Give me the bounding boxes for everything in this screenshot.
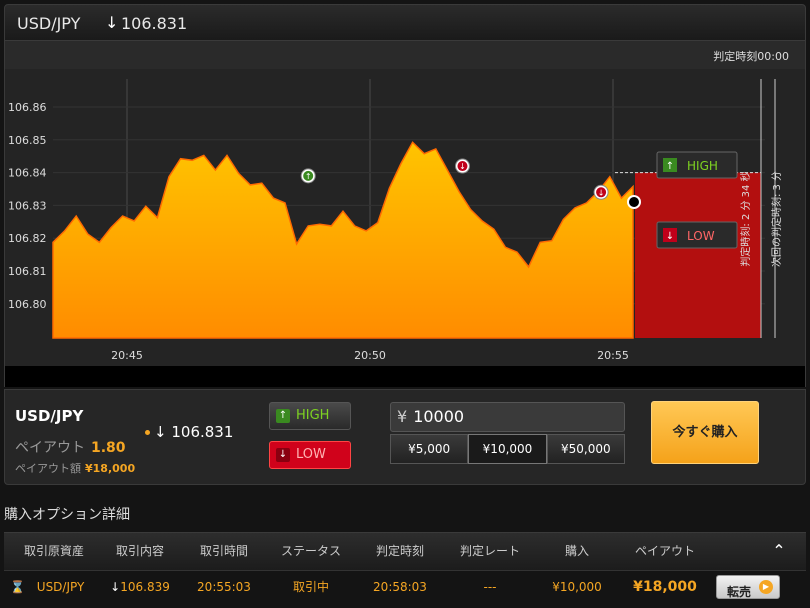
arrow-down-icon: ↓ [154,423,167,441]
options-table-header: 取引原資産 取引内容 取引時間 ステータス 判定時刻 判定レート 購入 ペイアウ… [4,532,806,570]
payout-label-text: ペイアウト [15,440,85,456]
options-title: 購入オプション詳細 [4,507,130,523]
panel-rate-value: 106.831 [171,423,234,441]
preset-10000[interactable]: ¥10,000 [468,434,547,464]
current-price-dot [627,195,641,209]
arrow-down-icon: ↓ [276,448,290,462]
col-time: 取引時間 [199,544,248,558]
y-tick-label: 106.82 [8,232,47,245]
arrow-down-icon: ↓ [459,162,466,171]
row-asset-label: USD/JPY [36,580,85,594]
play-icon: ▶ [759,580,773,594]
row-purchase: ¥10,000 [552,580,602,594]
y-tick-label: 106.83 [8,199,47,212]
col-purchase: 購入 [564,544,589,558]
chart-bottom-strip [5,366,805,387]
price-area [52,141,634,339]
low-label: LOW [296,447,326,462]
y-tick-label: 106.85 [8,134,47,147]
judge-time-label: 判定時刻00:00 [713,50,789,63]
x-tick-label: 20:45 [111,349,143,362]
chart-low-label: LOW [687,229,715,243]
row-time: 20:55:03 [197,580,251,594]
col-judge-time: 判定時刻 [375,544,424,558]
y-tick-label: 106.86 [8,101,47,114]
row-rate: 106.839 [120,580,170,594]
col-asset: 取引原資産 [23,544,84,558]
arrow-down-glyph: ↓ [666,231,674,242]
y-tick-label: 106.80 [8,298,47,311]
chart-svg: ↑ ↓ ↓ ↑ HIGH ↓ LOW 20:45 20:50 20:55 106.86 106.85… [8,79,783,362]
payout-amount-value: ¥18,000 [85,462,136,475]
x-tick-label: 20:55 [597,349,629,362]
amount-presets: ¥5,000 ¥10,000 ¥50,000 [390,434,625,464]
header-bar: USD/JPY ↓ 106.831 [4,4,806,41]
header-rate: 106.831 [121,14,188,33]
preset-50000[interactable]: ¥50,000 [546,434,625,464]
payout-amount-label: ペイアウト額 [15,462,81,475]
buy-now-button[interactable]: 今すぐ購入 [651,401,759,464]
high-label: HIGH [296,408,330,423]
hourglass-icon: ⌛ [10,580,25,594]
row-judge-rate: --- [483,580,497,594]
collapse-icon[interactable]: ⌃ [764,533,794,569]
header-pair: USD/JPY [17,14,81,33]
row-judge-time: 20:58:03 [373,580,427,594]
panel-rate: ↓ 106.831 [145,423,233,441]
judge-remaining-label: 判定時刻: 2 分 34 秒 [739,171,752,266]
yen-icon: ¥ [397,407,408,426]
arrow-down-icon: ↓ [105,13,119,32]
arrow-down-icon: ↓ [598,188,605,197]
low-button[interactable]: ↓ LOW [269,441,351,469]
col-payout: ペイアウト [634,544,695,558]
row-payout: ¥18,000 [633,579,697,595]
arrow-down-icon: ↓ [110,580,121,594]
row-status: 取引中 [292,580,329,594]
x-tick-label: 20:50 [354,349,386,362]
preset-5000[interactable]: ¥5,000 [390,434,469,464]
row-asset: ⌛ USD/JPY [4,571,104,603]
chart-subbar: 判定時刻00:00 [4,41,806,69]
amount-value: 10000 [413,407,465,426]
chart-high-label: HIGH [687,159,718,173]
row-content: ↓106.839 [100,571,180,603]
col-content: 取引内容 [115,544,164,558]
arrow-up-glyph: ↑ [666,161,674,172]
arrow-up-icon: ↑ [305,172,312,181]
high-button[interactable]: ↑ HIGH [269,402,351,430]
payout-label: ペイアウト 1.80 [15,437,126,457]
trade-panel: USD/JPY ペイアウト 1.80 ペイアウト額 ¥18,000 ↓ 106.83… [4,389,806,485]
y-tick-label: 106.81 [8,265,47,278]
resell-button[interactable]: 転売 ▶ [716,575,780,599]
col-status: ステータス [280,544,341,558]
next-round-label: 次回の判定時刻: 3 分 [770,171,783,267]
panel-pair: USD/JPY [15,407,84,425]
amount-input[interactable]: ¥10000 [390,402,625,432]
live-dot-icon [145,430,150,435]
resell-label: 転売 [727,585,752,599]
arrow-up-icon: ↑ [276,409,290,423]
payout-value: 1.80 [91,440,126,456]
y-tick-label: 106.84 [8,167,47,180]
price-chart: ↑ ↓ ↓ ↑ HIGH ↓ LOW 20:45 20:50 20:55 106.86 106.85… [4,69,806,387]
payout-amount: ペイアウト額 ¥18,000 [15,460,135,476]
col-judge-rate: 判定レート [459,544,520,558]
table-row: ⌛ USD/JPY ↓106.839 20:55:03 取引中 20:58:03… [4,570,806,603]
